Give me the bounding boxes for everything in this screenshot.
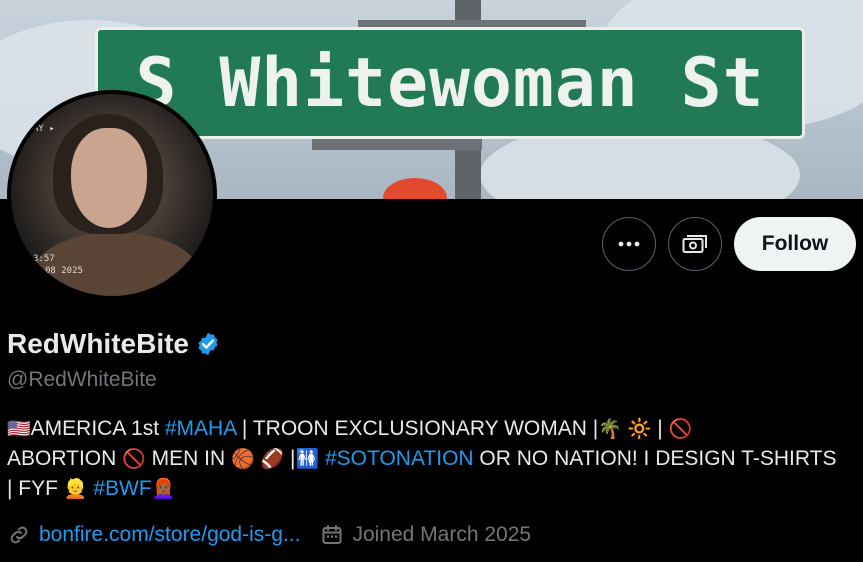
bio-text: | — [284, 447, 296, 470]
street-sign: S Whitewoman St — [95, 27, 805, 139]
name-row: RedWhiteBite — [7, 328, 221, 360]
money-icon — [682, 235, 707, 253]
avatar-photo: AY ▸ 3:57 08 2025 — [11, 94, 213, 296]
avatar-timestamp-date: 08 2025 — [45, 266, 83, 276]
verified-badge-icon[interactable] — [195, 331, 221, 357]
prohibited-emoji: 🚫 — [122, 448, 146, 470]
hashtag-maha-link[interactable]: #MAHA — [165, 417, 236, 440]
avatar-timestamp-time: 3:57 — [33, 254, 55, 264]
bio-text: MEN IN — [145, 447, 231, 470]
prohibited-emoji: 🚫 — [668, 418, 693, 440]
bio-text: AMERICA 1st — [30, 417, 165, 440]
palm-tree-emoji: 🌴 — [598, 418, 622, 440]
bio-text: | TROON EXCLUSIONARY WOMAN | — [236, 417, 599, 440]
bio-text: ABORTION — [7, 447, 123, 470]
hashtag-bwf-link[interactable]: #BWF — [93, 477, 151, 500]
profile-website-link[interactable]: bonfire.com/store/god-is-g... — [39, 523, 300, 547]
avatar-shoulders — [31, 232, 201, 296]
profile-avatar[interactable]: AY ▸ 3:57 08 2025 — [7, 90, 217, 300]
blond-person-emoji: 👱 — [63, 478, 88, 500]
more-button[interactable] — [602, 217, 656, 271]
bio-text: | — [651, 417, 669, 440]
profile-bio: 🇺🇸AMERICA 1st #MAHA | TROON EXCLUSIONARY… — [7, 414, 847, 504]
woman-red-hair-emoji: 👩🏾‍🦰 — [151, 478, 176, 500]
basketball-emoji: 🏀 — [230, 448, 255, 470]
follow-button[interactable]: Follow — [734, 217, 856, 271]
football-emoji: 🏈 — [260, 448, 285, 470]
display-name: RedWhiteBite — [7, 328, 189, 359]
more-icon — [618, 241, 640, 247]
restroom-emoji: 🚻 — [295, 448, 320, 470]
avatar-corner-text: AY ▸ — [33, 124, 55, 134]
link-icon — [10, 526, 28, 544]
avatar-face — [71, 128, 147, 228]
hashtag-sotonation-link[interactable]: #SOTONATION — [325, 447, 474, 470]
subscribe-button[interactable] — [668, 217, 722, 271]
calendar-icon — [322, 525, 342, 544]
user-handle: @RedWhiteBite — [7, 368, 157, 391]
profile-meta: bonfire.com/store/god-is-g... Joined Mar… — [7, 523, 531, 547]
pole-cap — [383, 178, 447, 199]
sun-emoji: 🔆 — [627, 418, 652, 440]
joined-date: Joined March 2025 — [352, 523, 532, 546]
us-flag-emoji: 🇺🇸 — [7, 418, 31, 440]
